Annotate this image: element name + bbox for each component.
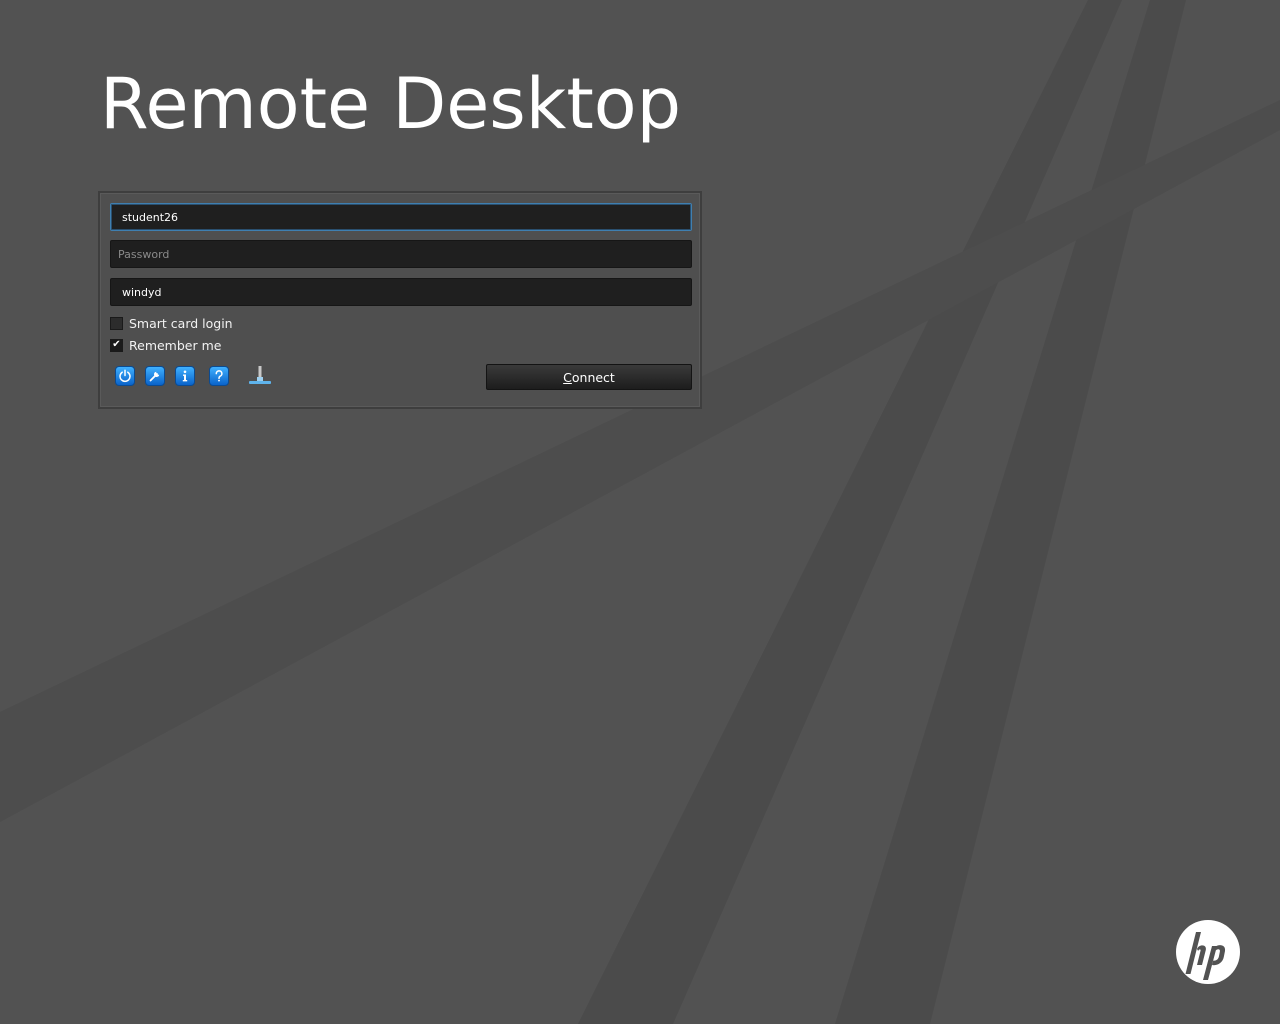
settings-button[interactable] [145, 366, 165, 386]
smartcard-option[interactable]: Smart card login [110, 315, 233, 331]
info-button[interactable] [175, 366, 195, 386]
power-button[interactable] [115, 366, 135, 386]
smartcard-checkbox[interactable] [110, 316, 123, 330]
background-decoration [0, 0, 1280, 1024]
usb-button[interactable] [248, 365, 272, 387]
domain-field[interactable] [110, 278, 692, 306]
connect-button[interactable]: Connect [486, 364, 692, 390]
info-icon [182, 370, 188, 382]
usb-icon [249, 366, 271, 384]
power-icon [119, 369, 131, 383]
remember-checkbox[interactable]: ✔ [110, 338, 123, 352]
remember-option[interactable]: ✔ Remember me [110, 337, 221, 353]
help-button[interactable] [209, 366, 229, 386]
hp-logo [1176, 920, 1240, 984]
password-field[interactable] [110, 240, 692, 268]
help-icon [215, 370, 223, 382]
connect-label-rest: onnect [571, 369, 615, 385]
username-field[interactable] [110, 203, 692, 231]
page-title: Remote Desktop [100, 63, 682, 145]
smartcard-label: Smart card login [129, 315, 233, 331]
remember-label: Remember me [129, 337, 222, 353]
login-panel: Smart card login ✔ Remember me [98, 191, 702, 409]
wrench-icon [149, 371, 160, 382]
connect-mnemonic: C [563, 369, 572, 385]
